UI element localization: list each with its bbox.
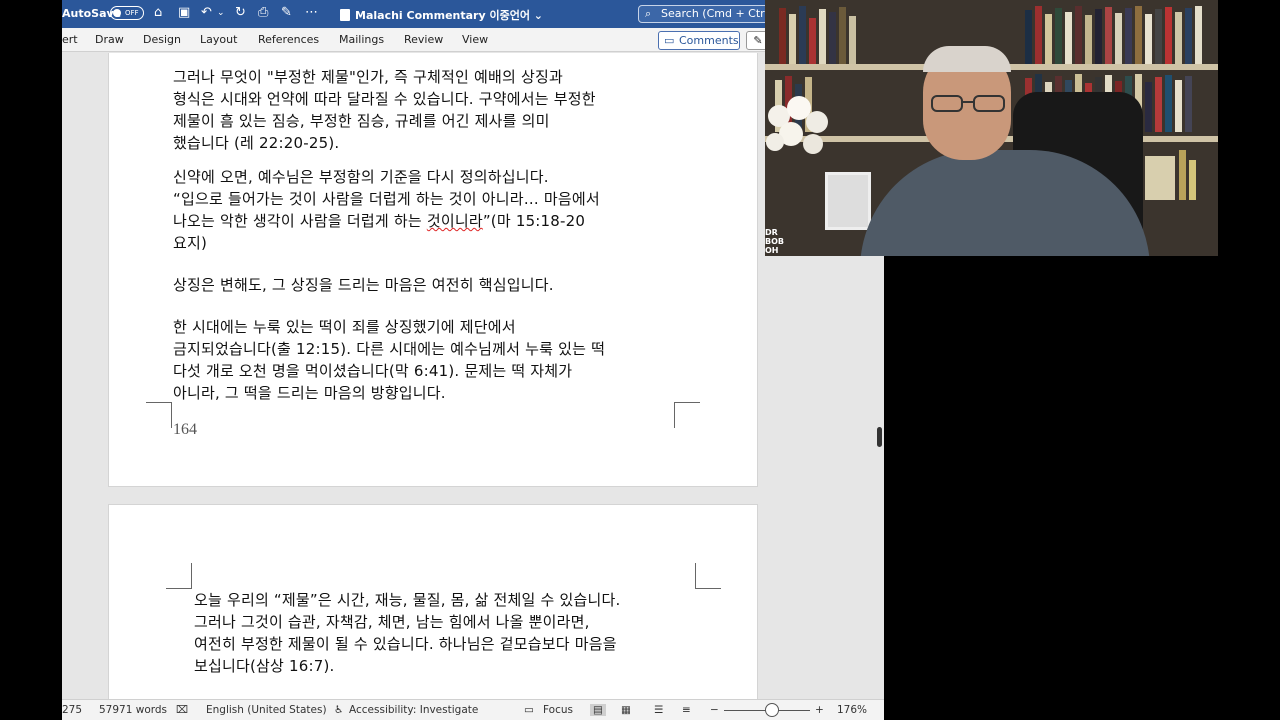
accessibility-status[interactable]: Accessibility: Investigate: [349, 704, 478, 716]
paragraph-line: 오늘 우리의 “제물”은 시간, 재능, 물질, 몸, 삶 전체일 수 있습니다…: [194, 591, 621, 609]
word-count[interactable]: 57971 words: [99, 704, 167, 716]
save-icon[interactable]: ▣: [178, 5, 190, 21]
paragraph-line: 형식은 시대와 언약에 따라 달라질 수 있습니다. 구약에서는 부정한: [173, 90, 596, 108]
tab-view[interactable]: View: [462, 33, 488, 46]
home-icon[interactable]: ⌂: [154, 5, 162, 21]
crop-mark: [166, 563, 192, 589]
scrollbar-thumb[interactable]: [877, 427, 882, 447]
zoom-out-icon[interactable]: −: [710, 704, 719, 716]
title-bar: AutoSave OFF ⌂ ▣ ↶ ⌄ ↻ ⎙ ✎ ⋯ Malachi Com…: [62, 0, 884, 28]
comments-button[interactable]: ▭ Comments: [658, 31, 740, 50]
eyeglasses: [931, 95, 1005, 112]
print-icon[interactable]: ⎙: [258, 5, 268, 21]
more-icon[interactable]: ⋯: [305, 5, 318, 21]
paragraph-line: 여전히 부정한 제물이 될 수 있습니다. 하나님은 겉모습보다 마음을: [194, 635, 617, 653]
pen-icon: ✎: [753, 34, 763, 47]
paragraph-line: 그러나 그것이 습관, 자책감, 체면, 남는 힘에서 나올 뿐이라면,: [194, 613, 590, 631]
paragraph-line: 보십니다(삼상 16:7).: [194, 657, 335, 675]
status-bar: 275 57971 words ⌧ English (United States…: [62, 699, 884, 720]
tab-layout[interactable]: Layout: [200, 33, 237, 46]
outline-view-icon[interactable]: ☰: [654, 704, 663, 716]
paragraph-line: 한 시대에는 누룩 있는 떡이 죄를 상징했기에 제단에서: [173, 318, 516, 336]
search-icon: ⌕: [645, 7, 652, 20]
channel-logo-text: DR BOB OH TV: [765, 228, 784, 256]
undo-icon[interactable]: ↶: [201, 5, 212, 21]
paragraph-line: 상징은 변해도, 그 상징을 드리는 마음은 여전히 핵심입니다.: [173, 276, 554, 294]
focus-icon[interactable]: ▭: [524, 704, 534, 716]
orchid-flowers: [766, 96, 828, 154]
paragraph-line: 아니라, 그 떡을 드리는 마음의 방향입니다.: [173, 384, 446, 402]
person-hair: [923, 46, 1011, 72]
document-canvas[interactable]: 그러나 무엇이 "부정한 제물"인가, 즉 구체적인 예배의 상징과 형식은 시…: [62, 53, 884, 699]
word-window: AutoSave OFF ⌂ ▣ ↶ ⌄ ↻ ⎙ ✎ ⋯ Malachi Com…: [62, 0, 884, 720]
page-number: 164: [173, 421, 197, 438]
language-indicator[interactable]: English (United States): [206, 704, 327, 716]
focus-button[interactable]: Focus: [543, 704, 573, 716]
crop-mark: [146, 402, 172, 428]
edit-document-icon[interactable]: ✎: [281, 5, 292, 21]
undo-dropdown-icon[interactable]: ⌄: [217, 5, 225, 21]
spelling-underline[interactable]: 것이니라: [427, 212, 483, 230]
tab-draw[interactable]: Draw: [95, 33, 124, 46]
tab-references[interactable]: References: [258, 33, 319, 46]
paragraph-line: 요지): [173, 234, 208, 252]
tab-design[interactable]: Design: [143, 33, 181, 46]
paragraph-line: 다섯 개로 오천 명을 먹이셨습니다(막 6:41). 문제는 떡 자체가: [173, 362, 573, 380]
ribbon-tabs: ert Draw Design Layout References Mailin…: [62, 28, 884, 52]
zoom-in-icon[interactable]: +: [815, 704, 824, 716]
tab-mailings[interactable]: Mailings: [339, 33, 384, 46]
paragraph-line: “입으로 들어가는 것이 사람을 더럽게 하는 것이 아니라… 마음에서: [173, 190, 600, 208]
crop-mark: [695, 563, 721, 589]
document-page[interactable]: 오늘 우리의 “제물”은 시간, 재능, 물질, 몸, 삶 전체일 수 있습니다…: [108, 504, 758, 699]
proofing-icon[interactable]: ⌧: [176, 704, 188, 716]
webcam-video: DR BOB OH TV: [765, 0, 1218, 256]
web-layout-icon[interactable]: ▦: [621, 704, 631, 716]
zoom-slider-thumb[interactable]: [765, 703, 779, 717]
document-title[interactable]: Malachi Commentary 이중언어 ⌄: [340, 7, 543, 23]
paragraph-line: 했습니다 (레 22:20-25).: [173, 134, 340, 152]
page-indicator[interactable]: 275: [62, 704, 82, 716]
draft-view-icon[interactable]: ≡: [682, 704, 691, 716]
accessibility-icon[interactable]: ♿: [334, 704, 343, 716]
comment-icon: ▭: [664, 34, 675, 47]
paragraph-line: 신약에 오면, 예수님은 부정함의 기준을 다시 정의하십니다.: [173, 168, 549, 186]
tab-review[interactable]: Review: [404, 33, 443, 46]
word-doc-icon: [340, 9, 350, 21]
search-placeholder: Search (Cmd + Ctrl +: [661, 7, 781, 20]
print-layout-icon[interactable]: ▤: [590, 704, 606, 716]
paragraph-line: 금지되었습니다(출 12:15). 다른 시대에는 예수님께서 누룩 있는 떡: [173, 340, 606, 358]
zoom-level[interactable]: 176%: [837, 704, 867, 716]
paragraph-line: 나오는 악한 생각이 사람을 더럽게 하는 것이니라”(마 15:18-20: [173, 212, 586, 230]
tab-insert[interactable]: ert: [62, 33, 78, 46]
photo-frame: [825, 172, 871, 230]
document-page[interactable]: 그러나 무엇이 "부정한 제물"인가, 즉 구체적인 예배의 상징과 형식은 시…: [108, 53, 758, 487]
paragraph-line: 그러나 무엇이 "부정한 제물"인가, 즉 구체적인 예배의 상징과: [173, 68, 563, 86]
autosave-toggle[interactable]: OFF: [110, 6, 144, 20]
paragraph-line: 제물이 흠 있는 짐승, 부정한 짐승, 규례를 어긴 제사를 의미: [173, 112, 550, 130]
redo-icon[interactable]: ↻: [235, 5, 246, 21]
crop-mark: [674, 402, 700, 428]
